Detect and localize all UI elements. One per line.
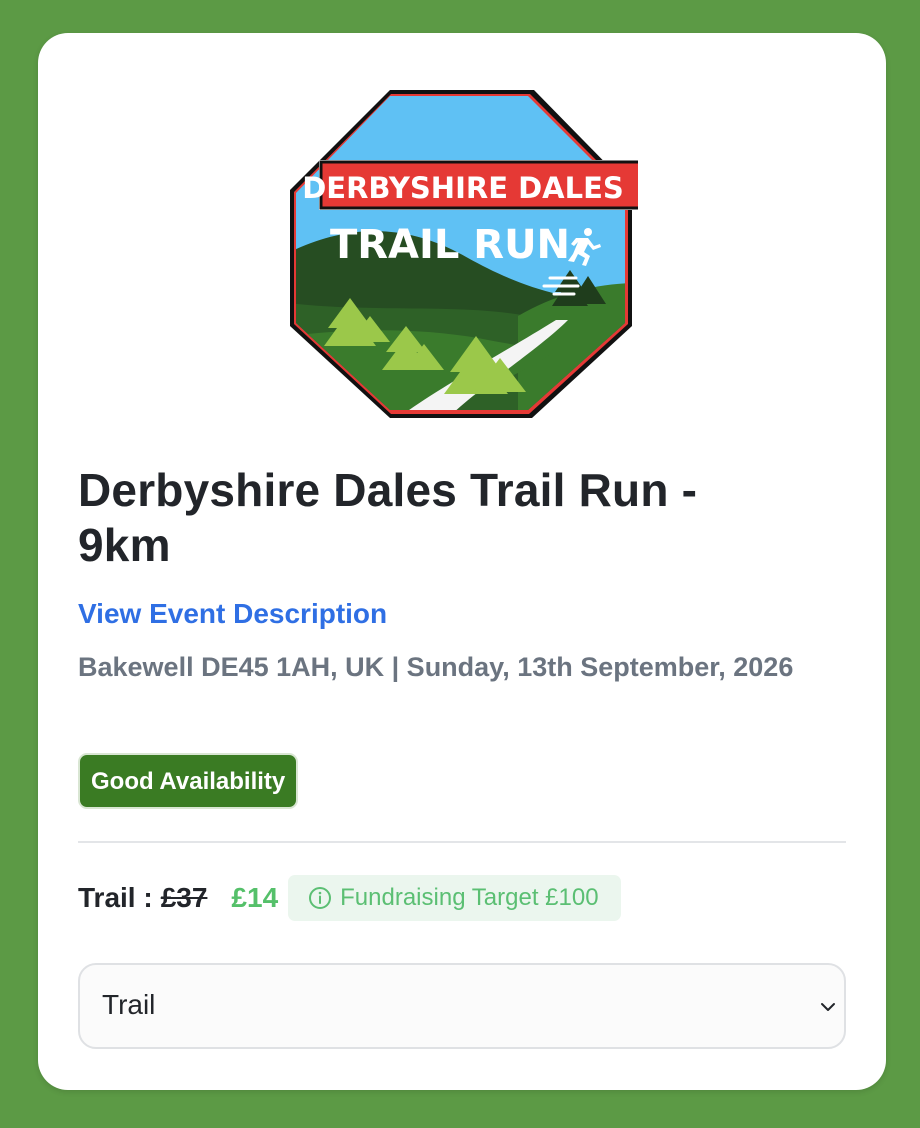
event-card: DERBYSHIRE DALES TRAIL RUN Derbyshire Da… xyxy=(38,33,886,1090)
info-icon xyxy=(309,887,332,909)
distance-select[interactable]: Trail xyxy=(78,963,846,1049)
price-row: Trail : £37 £14 Fundraising Target £100 xyxy=(78,875,621,921)
event-title: Derbyshire Dales Trail Run - 9km xyxy=(78,464,698,571)
divider xyxy=(78,841,846,843)
logo-line2: TRAIL RUN xyxy=(330,222,570,268)
availability-badge: Good Availability xyxy=(78,753,299,809)
view-description-link[interactable]: View Event Description xyxy=(78,598,387,630)
fundraising-badge: Fundraising Target £100 xyxy=(288,875,621,921)
select-value: Trail xyxy=(102,989,156,1020)
old-price: £37 xyxy=(160,882,208,913)
event-logo: DERBYSHIRE DALES TRAIL RUN xyxy=(290,90,638,418)
event-location-date: Bakewell DE45 1AH, UK | Sunday, 13th Sep… xyxy=(78,652,794,682)
price-label: Trail : xyxy=(78,882,153,913)
logo-line1: DERBYSHIRE DALES xyxy=(302,171,624,205)
new-price: £14 xyxy=(231,882,279,913)
chevron-down-icon xyxy=(821,1003,835,1011)
fundraising-text: Fundraising Target £100 xyxy=(340,884,599,911)
